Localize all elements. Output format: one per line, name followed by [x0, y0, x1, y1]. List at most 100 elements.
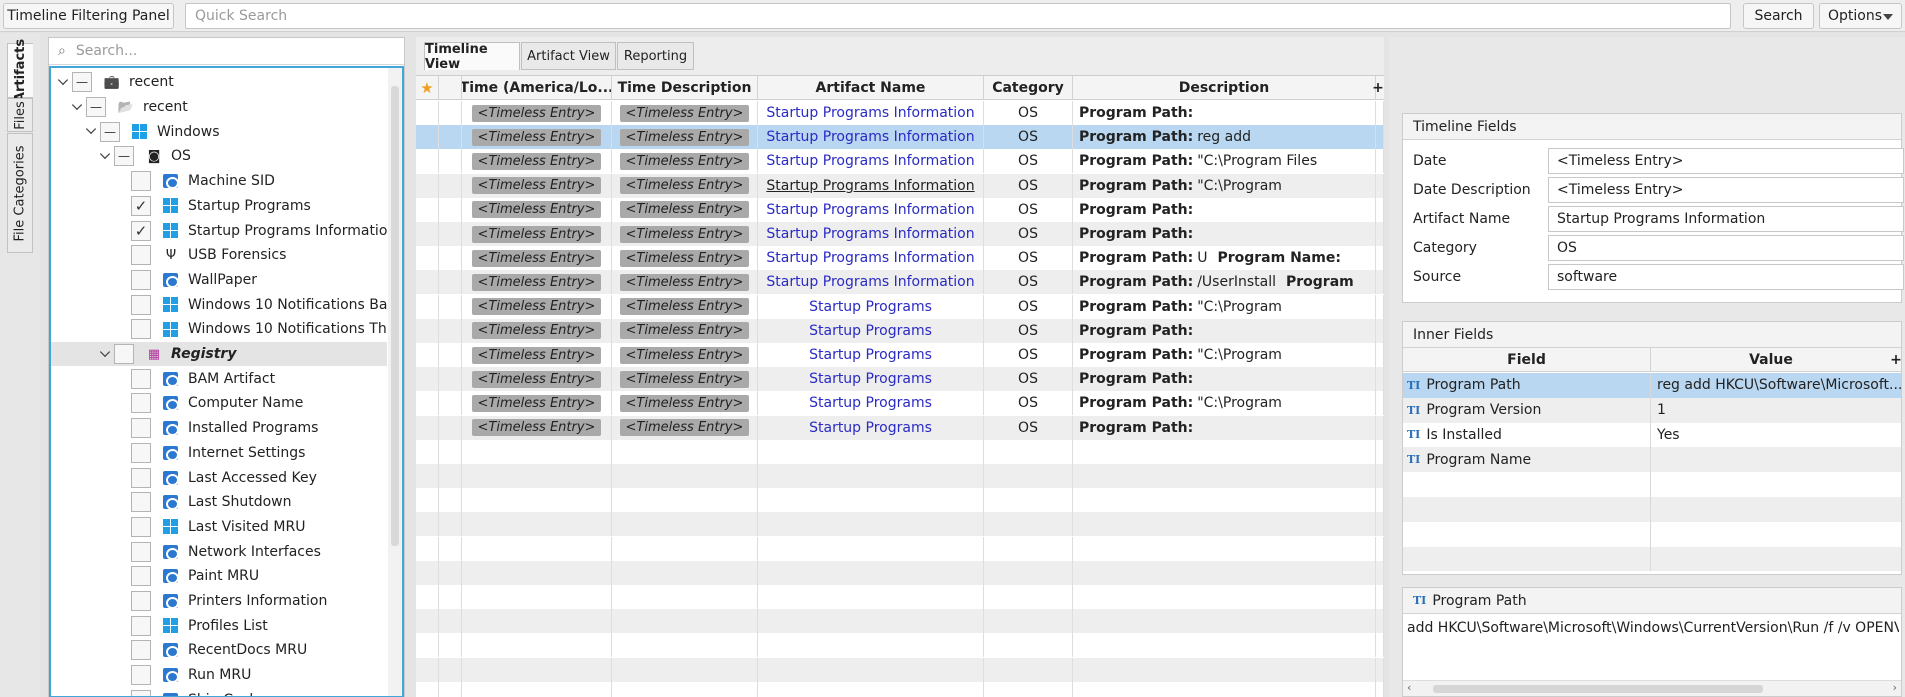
scroll-right-icon[interactable]: › — [1893, 681, 1897, 694]
tree-scrollbar[interactable] — [388, 68, 402, 696]
artifact-name-link[interactable]: Startup Programs Information — [766, 153, 974, 169]
column-header-category[interactable]: Category — [984, 76, 1073, 100]
column-header-time[interactable]: Time (America/Lo... — [462, 76, 612, 100]
artifact-name-link[interactable]: Startup Programs — [809, 299, 932, 315]
tree-checkbox[interactable]: ✓ — [131, 195, 151, 216]
tree-checkbox[interactable] — [114, 344, 134, 365]
tree-item-recent[interactable]: — 💼 recent — [51, 70, 387, 95]
tree-item-startup-programs-information[interactable]: ✓ Startup Programs Information — [51, 218, 387, 243]
tree-checkbox[interactable] — [131, 319, 151, 340]
tree-item-bam-artifact[interactable]: BAM Artifact — [51, 366, 387, 391]
tree-scrollbar-thumb[interactable] — [391, 86, 399, 546]
column-header-artifact-name[interactable]: Artifact Name — [758, 76, 984, 100]
tree-checkbox[interactable] — [131, 245, 151, 266]
tree-checkbox[interactable] — [131, 665, 151, 686]
table-row[interactable]: <Timeless Entry> <Timeless Entry> Startup … — [416, 246, 1384, 271]
tree-item-os[interactable]: — ◙ OS — [51, 144, 387, 169]
tree-checkbox[interactable] — [131, 368, 151, 389]
artifact-name-link[interactable]: Startup Programs — [809, 323, 932, 339]
artifact-name-link[interactable]: Startup Programs — [809, 347, 932, 363]
tab-reporting[interactable]: Reporting — [617, 42, 694, 70]
tree-item-registry[interactable]: ▦ Registry — [51, 341, 387, 367]
artifact-tree[interactable]: — 💼 recent — 📂 recent — Windows — ◙ OS Machine SID ✓… — [49, 66, 404, 697]
artifact-name-link[interactable]: Startup Programs Information — [766, 226, 974, 242]
table-row[interactable]: <Timeless Entry> <Timeless Entry> Startup … — [416, 125, 1384, 150]
field-value-artifact-name[interactable]: Startup Programs Information — [1548, 206, 1904, 232]
add-column-icon[interactable]: + — [1889, 348, 1903, 372]
detail-hscrollbar[interactable]: ‹ › — [1403, 680, 1901, 696]
inner-field-row[interactable]: TI Program Name — [1403, 447, 1901, 473]
column-header-value[interactable]: Value — [1651, 348, 1891, 372]
tree-item-recent[interactable]: — 📂 recent — [51, 95, 387, 120]
table-row[interactable]: <Timeless Entry> <Timeless Entry> Startup … — [416, 149, 1384, 174]
tab-artifacts[interactable]: Artifacts — [7, 39, 33, 102]
artifact-name-link[interactable]: Startup Programs — [809, 371, 932, 387]
tree-item-machine-sid[interactable]: Machine SID — [51, 169, 387, 194]
chevron-down-icon[interactable] — [99, 148, 111, 160]
scroll-left-icon[interactable]: ‹ — [1407, 681, 1411, 694]
chevron-down-icon[interactable] — [99, 346, 111, 357]
tree-item-computer-name[interactable]: Computer Name — [51, 391, 387, 416]
table-row[interactable]: <Timeless Entry> <Timeless Entry> Startup … — [416, 415, 1384, 440]
tab-timeline-view[interactable]: Timeline View — [424, 42, 520, 72]
tree-checkbox[interactable] — [131, 566, 151, 587]
tree-item-wallpaper[interactable]: WallPaper — [51, 268, 387, 293]
artifact-name-link[interactable]: Startup Programs Information — [766, 274, 974, 290]
tree-item-windows-10-notifications-thu[interactable]: Windows 10 Notifications Thu — [51, 317, 387, 342]
tree-checkbox[interactable] — [131, 269, 151, 290]
chevron-down-icon[interactable] — [71, 99, 83, 110]
timeline-filtering-panel-button[interactable]: Timeline Filtering Panel — [3, 3, 174, 29]
tree-item-startup-programs[interactable]: ✓ Startup Programs — [51, 194, 387, 219]
table-row[interactable]: <Timeless Entry> <Timeless Entry> Startup … — [416, 222, 1384, 246]
table-row[interactable]: <Timeless Entry> <Timeless Entry> Startup … — [416, 101, 1384, 125]
tab-file-categories[interactable]: File Categories — [7, 133, 33, 253]
inner-field-row[interactable]: TI Program Path reg add HKCU\Software\Micr… — [1403, 373, 1902, 398]
artifact-name-link[interactable]: Startup Programs Information — [766, 129, 974, 145]
column-header-field[interactable]: Field — [1403, 348, 1651, 372]
tree-item-shimcache[interactable]: ShimCache — [51, 688, 387, 696]
tree-checkbox[interactable] — [131, 541, 151, 562]
table-row[interactable]: <Timeless Entry> <Timeless Entry> Startup … — [416, 367, 1384, 392]
tree-checkbox[interactable] — [131, 171, 151, 192]
inner-field-row[interactable]: TI Program Version 1 — [1403, 397, 1901, 423]
artifact-name-link[interactable]: Startup Programs Information — [766, 105, 974, 121]
quick-search-input[interactable]: Quick Search — [185, 3, 1731, 29]
table-row[interactable]: <Timeless Entry> <Timeless Entry> Startup … — [416, 173, 1384, 198]
artifact-name-link[interactable]: Startup Programs Information — [766, 202, 974, 218]
tree-item-windows-10-notifications-bac[interactable]: Windows 10 Notifications Bac — [51, 292, 387, 317]
tree-checkbox[interactable] — [131, 640, 151, 661]
star-column-header[interactable]: ★ — [416, 76, 439, 100]
add-column-icon[interactable]: + — [1372, 76, 1384, 100]
tree-item-last-visited-mru[interactable]: Last Visited MRU — [51, 515, 387, 540]
tree-item-last-accessed-key[interactable]: Last Accessed Key — [51, 465, 387, 490]
column-header-description[interactable]: Description — [1073, 76, 1376, 100]
tree-checkbox[interactable] — [131, 418, 151, 439]
tree-item-internet-settings[interactable]: Internet Settings — [51, 441, 387, 466]
artifact-name-link[interactable]: Startup Programs — [809, 420, 932, 436]
inner-field-row[interactable]: TI Is Installed Yes — [1403, 422, 1901, 448]
options-button[interactable]: Options — [1819, 3, 1902, 29]
tree-search-input[interactable]: ⌕ Search... — [49, 38, 404, 65]
table-row[interactable]: <Timeless Entry> <Timeless Entry> Startup … — [416, 391, 1384, 416]
column-header-time-description[interactable]: Time Description — [612, 76, 758, 100]
tree-item-usb-forensics[interactable]: Ψ USB Forensics — [51, 243, 387, 268]
field-value-category[interactable]: OS — [1548, 235, 1904, 261]
tree-checkbox[interactable] — [131, 591, 151, 612]
tree-item-installed-programs[interactable]: Installed Programs — [51, 416, 387, 441]
artifact-name-link[interactable]: Startup Programs — [809, 395, 932, 411]
table-row[interactable]: <Timeless Entry> <Timeless Entry> Startup … — [416, 318, 1384, 343]
tab-artifact-view[interactable]: Artifact View — [521, 42, 616, 70]
field-value-date[interactable]: <Timeless Entry> — [1548, 148, 1904, 174]
field-value-source[interactable]: software — [1548, 264, 1904, 290]
tree-item-recentdocs-mru[interactable]: RecentDocs MRU — [51, 638, 387, 663]
tree-checkbox[interactable]: — — [114, 146, 134, 167]
chevron-down-icon[interactable] — [85, 124, 97, 135]
tree-checkbox[interactable]: — — [86, 97, 106, 118]
checkbox-column-header[interactable] — [439, 76, 462, 100]
artifact-name-link[interactable]: Startup Programs Information — [766, 178, 974, 194]
table-row[interactable]: <Timeless Entry> <Timeless Entry> Startup … — [416, 343, 1384, 367]
tree-checkbox[interactable]: — — [100, 121, 120, 142]
table-row[interactable]: <Timeless Entry> <Timeless Entry> Startup … — [416, 197, 1384, 222]
tree-item-last-shutdown[interactable]: Last Shutdown — [51, 490, 387, 515]
tree-item-network-interfaces[interactable]: Network Interfaces — [51, 539, 387, 564]
